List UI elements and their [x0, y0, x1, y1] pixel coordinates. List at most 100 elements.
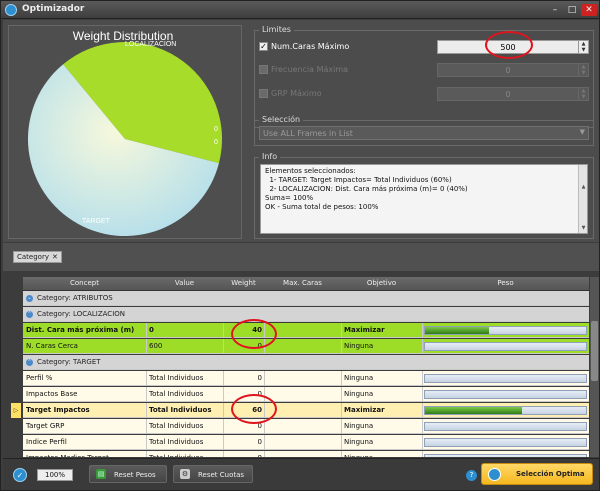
cell-value[interactable]: 0 [149, 326, 221, 334]
grp-checkbox[interactable] [259, 89, 268, 98]
cell-concept[interactable]: Impactos Medios Target [26, 454, 144, 457]
num-caras-checkbox[interactable]: ✓ [259, 42, 268, 51]
cell-concept[interactable]: Target GRP [26, 422, 144, 430]
column-divider [264, 403, 265, 418]
cell-weight[interactable]: 0 [223, 438, 262, 446]
num-caras-value[interactable]: 500 [438, 43, 578, 52]
cell-concept[interactable]: N. Caras Cerca [26, 342, 144, 350]
category-row[interactable]: ⌃ Category: LOCALIZACION [23, 307, 589, 322]
table-row[interactable]: Indice Perfil Total Individuos 0 Ninguna [23, 435, 589, 450]
peso-progress-fill [425, 327, 490, 334]
cell-objetivo[interactable]: Ninguna [344, 342, 420, 350]
cell-weight[interactable]: 0 [223, 374, 262, 382]
grp-spinner[interactable]: 0 ▲ ▼ [437, 87, 589, 101]
table-row[interactable]: Impactos Base Total Individuos 0 Ninguna [23, 387, 589, 402]
maximize-icon[interactable]: □ [564, 4, 580, 16]
cell-objetivo[interactable]: Ninguna [344, 374, 420, 382]
cell-objetivo[interactable]: Ninguna [344, 390, 420, 398]
cell-weight[interactable]: 0 [223, 390, 262, 398]
table-row[interactable]: Dist. Cara más próxima (m) 0 40 Maximizar [23, 323, 589, 338]
col-header-concept[interactable]: Concept [23, 279, 146, 287]
cell-objetivo[interactable]: Ninguna [344, 454, 420, 457]
table-row[interactable]: N. Caras Cerca 600 0 Ninguna [23, 339, 589, 354]
cell-objetivo[interactable]: Maximizar [344, 326, 420, 334]
col-header-weight[interactable]: Weight [223, 279, 264, 287]
spinner-arrows-icon[interactable]: ▲ ▼ [578, 41, 588, 53]
cell-objetivo[interactable]: Maximizar [344, 406, 420, 414]
table-row[interactable]: Impactos Medios Target Total Individuos0 N… [23, 451, 589, 457]
spinner-arrows-icon[interactable]: ▲ ▼ [578, 64, 588, 76]
cell-concept[interactable]: Target Impactos [26, 406, 144, 414]
col-header-max-caras[interactable]: Max. Caras [264, 279, 341, 287]
cell-objetivo[interactable]: Ninguna [344, 438, 420, 446]
column-divider [422, 435, 423, 450]
reset-pesos-button[interactable]: ▤ Reset Pesos [89, 465, 167, 483]
zoom-level[interactable]: 100% [37, 469, 73, 481]
table-row[interactable]: Perfil % Total Individuos 0 Ninguna [23, 371, 589, 386]
optimize-icon [488, 468, 501, 481]
cell-weight[interactable]: 0 [223, 454, 262, 457]
category-row[interactable]: ⌄ Category: ATRIBUTOS [23, 291, 589, 306]
cell-weight[interactable]: 60 [223, 406, 262, 414]
cell-value[interactable]: Total Individuos [149, 454, 221, 457]
expand-toggle-icon[interactable]: ⌃ [26, 311, 33, 318]
cell-value[interactable]: 600 [149, 342, 221, 350]
cell-objetivo[interactable]: Ninguna [344, 422, 420, 430]
seleccion-dropdown[interactable]: Use ALL Frames in List ▼ [259, 126, 589, 140]
info-group: Info Elementos seleccionados: 1- TARGET:… [254, 152, 594, 239]
info-textbox[interactable]: Elementos seleccionados: 1- TARGET: Targ… [260, 164, 588, 234]
check-icon[interactable]: ✓ [13, 468, 27, 482]
title-bar[interactable]: Optimizador – □ ✕ [1, 1, 599, 19]
grid-header: Concept Value Weight Max. Caras Objetivo… [23, 277, 589, 291]
col-header-peso[interactable]: Peso [422, 279, 589, 287]
cell-concept[interactable]: Impactos Base [26, 390, 144, 398]
reset-cuotas-button[interactable]: ⚙ Reset Cuotas [173, 465, 253, 483]
cell-value[interactable]: Total Individuos [149, 374, 221, 382]
col-header-value[interactable]: Value [146, 279, 223, 287]
column-divider [341, 451, 342, 457]
close-icon[interactable]: ✕ [581, 4, 597, 16]
info-scrollbar[interactable]: ▲ ▼ [578, 165, 587, 233]
seleccion-optima-button[interactable]: Selección Optima [481, 463, 593, 485]
grp-value[interactable]: 0 [438, 90, 578, 99]
frecuencia-label: Frecuencia Máxima [271, 65, 349, 74]
cell-weight[interactable]: 0 [223, 342, 262, 350]
frecuencia-spinner[interactable]: 0 ▲ ▼ [437, 63, 589, 77]
scroll-down-icon[interactable]: ▼ [579, 224, 587, 233]
slice-label-localizacion: LOCALIZACION [125, 41, 176, 48]
table-row[interactable]: Target Impactos Total Individuos 60 Maximiz… [23, 403, 589, 418]
peso-progress-bar [424, 438, 587, 447]
cell-value[interactable]: Total Individuos [149, 438, 221, 446]
help-icon[interactable]: ? [466, 470, 477, 481]
minimize-icon[interactable]: – [547, 4, 563, 16]
num-caras-spinner[interactable]: 500 ▲ ▼ [437, 40, 589, 54]
scroll-up-icon[interactable]: ▲ [579, 183, 587, 192]
column-divider [422, 387, 423, 402]
seleccion-group: Selección Use ALL Frames in List ▼ [254, 115, 594, 146]
app-icon [5, 4, 17, 16]
cell-value[interactable]: Total Individuos [149, 390, 221, 398]
cell-weight[interactable]: 0 [223, 422, 262, 430]
slice-label-target: TARGET [82, 218, 111, 225]
grid-scrollbar[interactable] [590, 277, 599, 457]
category-row[interactable]: ⌃ Category: TARGET [23, 355, 589, 370]
cell-value[interactable]: Total Individuos [149, 422, 221, 430]
cell-value[interactable]: Total Individuos [149, 406, 221, 414]
group-chip-category[interactable]: Category ✕ [13, 251, 62, 263]
chevron-down-icon[interactable]: ▼ [580, 128, 585, 136]
grid-scrollbar-thumb[interactable] [591, 321, 598, 381]
frecuencia-checkbox[interactable] [259, 65, 268, 74]
col-header-objetivo[interactable]: Objetivo [341, 279, 422, 287]
cell-weight[interactable]: 40 [223, 326, 262, 334]
spinner-arrows-icon[interactable]: ▲ ▼ [578, 88, 588, 100]
cell-concept[interactable]: Dist. Cara más próxima (m) [26, 326, 144, 334]
frecuencia-value[interactable]: 0 [438, 66, 578, 75]
cell-concept[interactable]: Indice Perfil [26, 438, 144, 446]
pie-chart-svg: Weight Distribution LOCALIZACION 0 0 TAR… [27, 29, 222, 237]
expand-toggle-icon[interactable]: ⌃ [26, 359, 33, 366]
expand-toggle-icon[interactable]: ⌄ [26, 295, 33, 302]
table-row[interactable]: Target GRP Total Individuos 0 Ninguna [23, 419, 589, 434]
column-divider [264, 419, 265, 434]
remove-icon[interactable]: ✕ [52, 253, 58, 261]
cell-concept[interactable]: Perfil % [26, 374, 144, 382]
